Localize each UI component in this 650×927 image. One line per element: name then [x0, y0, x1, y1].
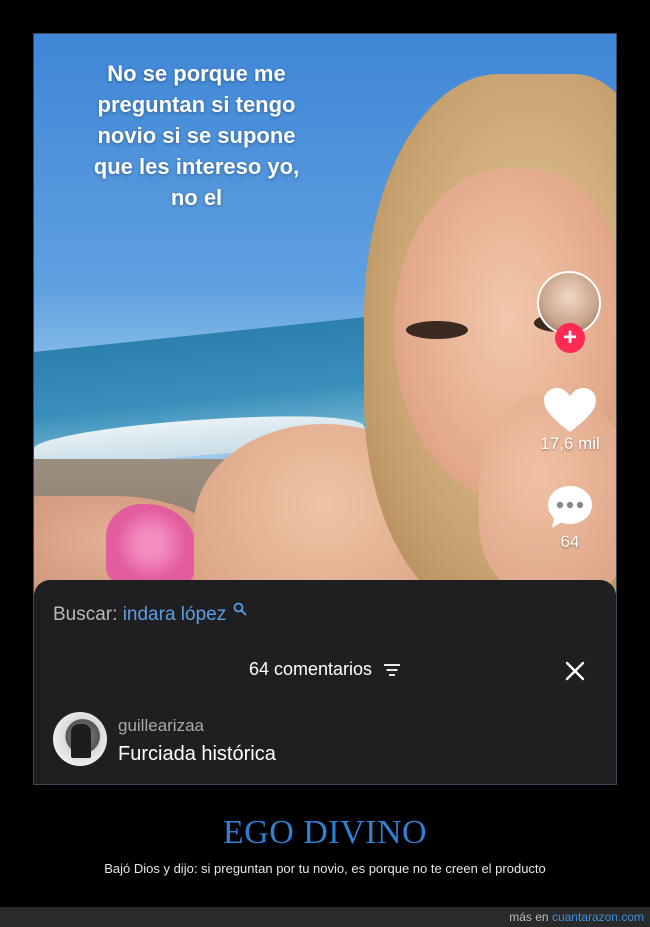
comments-header: 64 comentarios	[34, 659, 616, 680]
heart-icon[interactable]	[542, 386, 598, 434]
commenter-avatar[interactable]	[53, 712, 107, 766]
sort-icon[interactable]	[383, 663, 401, 677]
footer-site-link[interactable]: cuantarazon.com	[552, 910, 644, 924]
comment-username[interactable]: guillearizaa	[118, 716, 204, 736]
footer-bar: más en cuantarazon.com	[0, 907, 650, 927]
search-icon[interactable]	[233, 602, 247, 616]
footer-prefix: más en	[509, 910, 549, 924]
comments-count-title: 64 comentarios	[248, 659, 373, 679]
comment-text: Furciada histórica	[118, 743, 276, 765]
footer-text: más en cuantarazon.com	[509, 910, 644, 924]
video-caption-overlay: No se porque me preguntan si tengo novio…	[93, 61, 300, 210]
video-background[interactable]: No se porque me preguntan si tengo novio…	[34, 34, 616, 594]
search-label: Buscar:	[53, 604, 118, 625]
left-eye	[406, 321, 468, 339]
follow-plus-icon[interactable]: +	[555, 323, 585, 353]
search-suggestion[interactable]: Buscar: indara lópez	[53, 602, 247, 626]
search-term-link[interactable]: indara lópez	[123, 604, 227, 625]
post-caption: Bajó Dios y dijo: si preguntan por tu no…	[104, 861, 546, 876]
comments-sheet: Buscar: indara lópez 64 comentarios guil…	[34, 580, 616, 784]
comment-bubble-icon[interactable]	[546, 484, 594, 530]
close-icon[interactable]	[563, 659, 587, 683]
like-count: 17,6 mil	[540, 434, 600, 453]
comment-count: 64	[560, 532, 580, 551]
screenshot-frame: No se porque me preguntan si tengo novio…	[33, 33, 617, 785]
post-headline: EGO DIVINO	[222, 814, 428, 851]
